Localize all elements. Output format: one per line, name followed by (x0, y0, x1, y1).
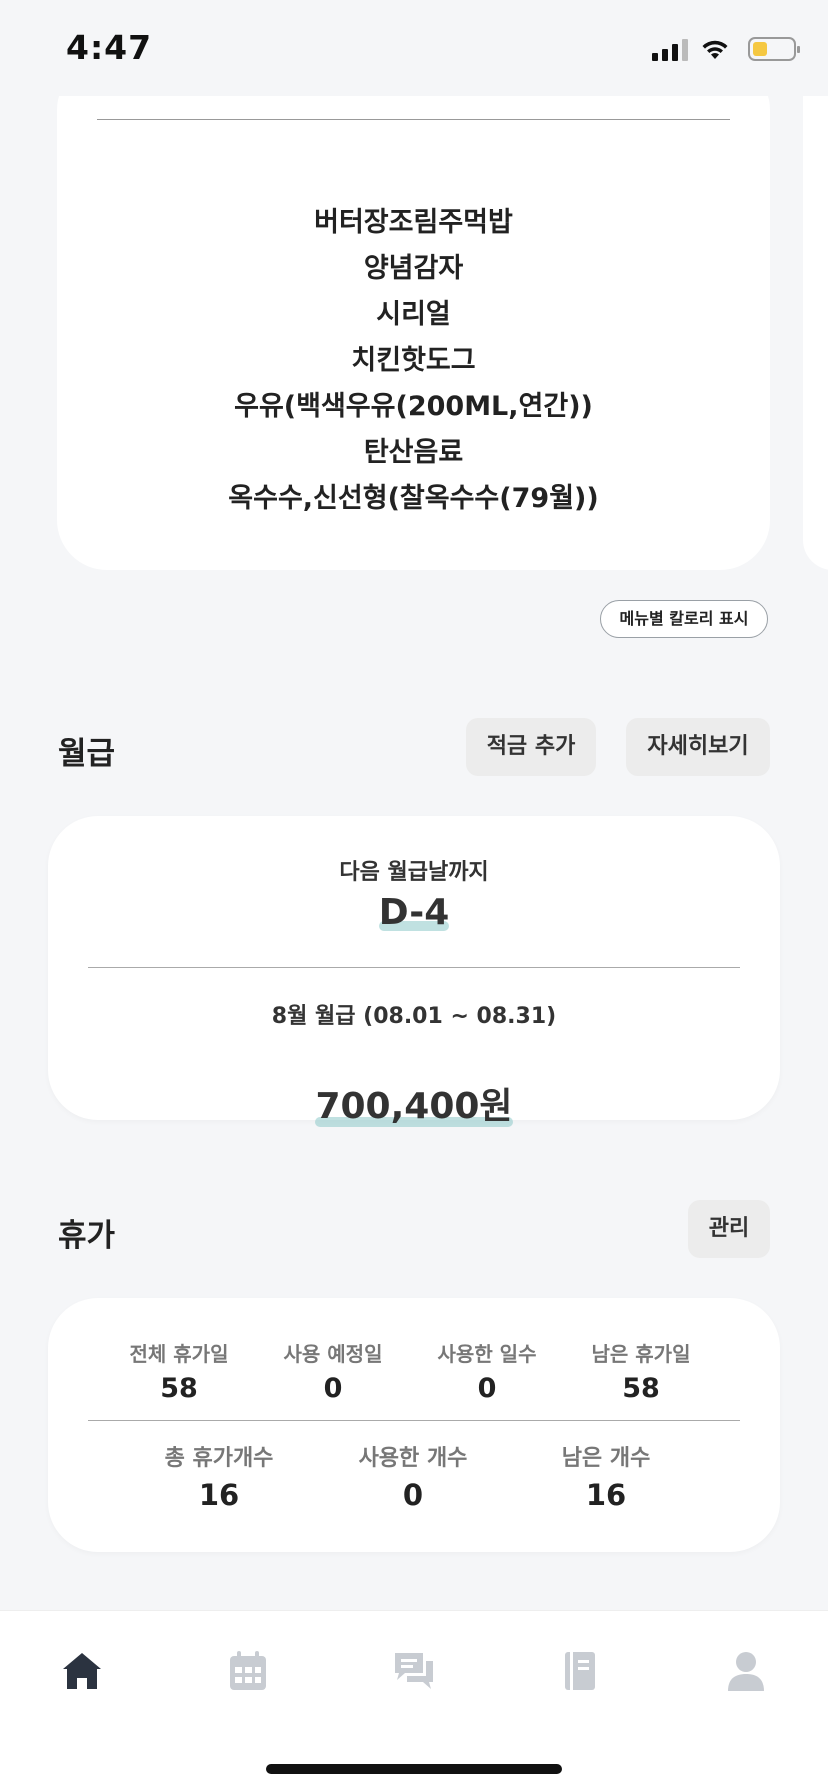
menu-item: 치킨핫도그 (351, 345, 476, 376)
stat-label: 전체 휴가일 (129, 1342, 229, 1366)
wifi-icon (702, 40, 728, 59)
stat-remaining-count: 남은 개수 16 (541, 1440, 671, 1512)
battery-icon (748, 37, 800, 61)
stat-label: 사용한 일수 (437, 1342, 537, 1366)
vacation-divider (88, 1420, 740, 1421)
home-icon (63, 1653, 101, 1689)
stat-value: 0 (477, 1373, 497, 1404)
home-indicator (266, 1764, 562, 1774)
d-day-wrapper: D-4 (48, 892, 780, 933)
salary-amount-wrapper: 700,400원 (48, 1077, 780, 1129)
notebook-icon (565, 1652, 595, 1690)
menu-item: 양념감자 (363, 253, 464, 284)
status-bar: 4:47 (0, 0, 828, 96)
stat-value: 58 (160, 1373, 198, 1404)
menu-item: 우유(백색우유(200ML,연간)) (234, 391, 593, 422)
stat-label: 사용한 개수 (358, 1446, 468, 1471)
salary-details-button[interactable]: 자세히보기 (626, 718, 770, 776)
stat-value: 0 (402, 1478, 424, 1512)
meal-divider (97, 119, 730, 120)
stat-label: 총 휴가개수 (164, 1446, 274, 1471)
vacation-card[interactable]: 전체 휴가일 58 사용 예정일 0 사용한 일수 0 남은 휴가일 58 총 … (48, 1298, 780, 1552)
meal-card: 버터장조림주먹밥 양념감자 시리얼 치킨핫도그 우유(백색우유(200ML,연간… (57, 60, 770, 570)
calorie-toggle-button[interactable]: 메뉴별 칼로리 표시 (600, 600, 768, 638)
next-meal-card-edge[interactable] (803, 60, 828, 570)
nav-chat[interactable] (384, 1643, 444, 1699)
salary-amount: 700,400원 (315, 1077, 513, 1129)
stat-label: 남은 휴가일 (591, 1342, 691, 1366)
nav-calendar[interactable] (218, 1643, 278, 1699)
stat-value: 0 (323, 1373, 343, 1404)
vacation-manage-button[interactable]: 관리 (688, 1200, 770, 1258)
menu-item: 탄산음료 (363, 437, 464, 468)
stat-used-count: 사용한 개수 0 (348, 1440, 478, 1512)
stat-remaining-days: 남은 휴가일 58 (586, 1338, 696, 1404)
nav-notebook[interactable] (550, 1643, 610, 1699)
profile-icon (728, 1652, 764, 1691)
salary-section-title: 월급 (58, 736, 116, 772)
salary-divider (88, 967, 740, 968)
stat-total-count: 총 휴가개수 16 (154, 1440, 284, 1512)
stat-label: 사용 예정일 (283, 1342, 383, 1366)
chat-icon (395, 1653, 433, 1689)
menu-item: 버터장조림주먹밥 (314, 207, 513, 238)
status-time: 4:47 (66, 28, 153, 67)
status-icons (652, 34, 800, 64)
stat-used-days: 사용한 일수 0 (432, 1338, 542, 1404)
stat-value: 16 (585, 1478, 627, 1512)
nav-home[interactable] (52, 1643, 112, 1699)
next-payday-label: 다음 월급날까지 (339, 860, 489, 885)
salary-period-label: 8월 월급 (08.01 ~ 08.31) (271, 1004, 557, 1029)
add-savings-button[interactable]: 적금 추가 (466, 718, 596, 776)
d-day-value: D-4 (378, 892, 450, 933)
stat-total-days: 전체 휴가일 58 (124, 1338, 234, 1404)
stat-planned-days: 사용 예정일 0 (278, 1338, 388, 1404)
calendar-icon (230, 1651, 266, 1690)
cellular-signal-icon (652, 37, 688, 61)
stat-value: 58 (622, 1373, 660, 1404)
meal-menu-list: 버터장조림주먹밥 양념감자 시리얼 치킨핫도그 우유(백색우유(200ML,연간… (57, 200, 770, 522)
stat-value: 16 (198, 1478, 240, 1512)
stat-label: 남은 개수 (561, 1446, 651, 1471)
menu-item: 옥수수,신선형(찰옥수수(79월)) (228, 483, 599, 514)
menu-item: 시리얼 (376, 299, 451, 330)
nav-profile[interactable] (716, 1643, 776, 1699)
salary-card[interactable]: 다음 월급날까지 D-4 8월 월급 (08.01 ~ 08.31) 700,4… (48, 816, 780, 1127)
vacation-section-title: 휴가 (58, 1218, 116, 1254)
